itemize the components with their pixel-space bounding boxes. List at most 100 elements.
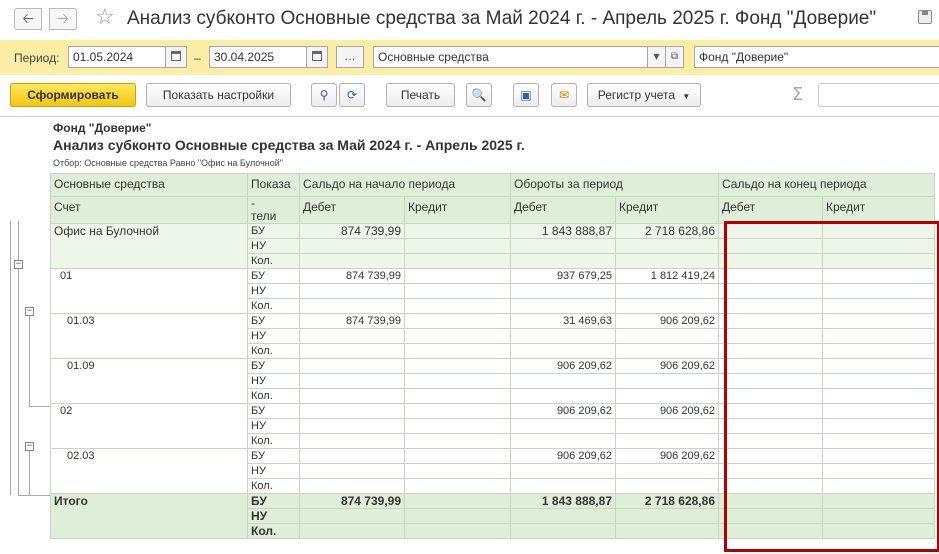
preview-button[interactable]: 🔍 bbox=[466, 83, 492, 107]
header-indicator: Показа bbox=[247, 173, 300, 197]
closing-credit-cell bbox=[822, 478, 935, 494]
search-button[interactable]: ⚲ bbox=[311, 83, 337, 107]
row-indicator: БУ bbox=[247, 268, 300, 284]
period-from-calendar-button[interactable] bbox=[165, 46, 187, 68]
turnover-debit-cell bbox=[510, 253, 616, 269]
subconto-open-button[interactable]: ⧉ bbox=[665, 46, 684, 68]
report-area[interactable]: − − − Фонд "Доверие" Анализ субконто Осн… bbox=[0, 116, 939, 554]
collapse-icon[interactable]: − bbox=[25, 442, 34, 451]
table-row: Офис на Булочной БУ 874 739,99 1 843 888,87… bbox=[50, 223, 935, 269]
generate-button[interactable]: Сформировать bbox=[10, 83, 136, 107]
table-row: 01 БУ 874 739,99 937 679,25 1 812 419,24 bbox=[50, 268, 935, 314]
turnover-credit-cell bbox=[615, 388, 719, 404]
subconto-select[interactable]: Основные средства bbox=[373, 46, 648, 68]
header-indicator-dash: - bbox=[251, 196, 255, 210]
turnover-debit-cell: 906 209,62 bbox=[510, 403, 616, 419]
table-row: 01.09 БУ 906 209,62 906 209,62 bbox=[50, 358, 935, 404]
row-indicator: Кол. bbox=[247, 478, 300, 494]
closing-debit-cell bbox=[718, 433, 823, 449]
save-icon[interactable] bbox=[918, 10, 932, 24]
turnover-credit-cell bbox=[615, 478, 719, 494]
turnover-debit-cell: 31 469,63 bbox=[510, 313, 616, 329]
period-to-input[interactable]: 30.04.2025 bbox=[209, 46, 307, 68]
closing-credit-cell bbox=[822, 373, 935, 389]
closing-credit-cell bbox=[822, 418, 935, 434]
print-preview-icon: 🔍 bbox=[471, 88, 487, 102]
closing-debit-cell bbox=[718, 418, 823, 434]
opening-credit-cell bbox=[404, 223, 511, 239]
triangle-down-icon: ▼ bbox=[682, 92, 691, 101]
closing-credit-cell bbox=[822, 283, 935, 299]
closing-credit-cell bbox=[822, 388, 935, 404]
opening-debit-cell bbox=[299, 388, 405, 404]
show-settings-button[interactable]: Показать настройки bbox=[146, 83, 291, 107]
report-organization: Фонд "Доверие" bbox=[53, 121, 152, 135]
opening-debit-cell bbox=[299, 373, 405, 389]
turnover-debit-cell bbox=[510, 463, 616, 479]
opening-credit-cell bbox=[404, 298, 511, 314]
turnover-credit-cell bbox=[615, 328, 719, 344]
save-button[interactable]: ▣ bbox=[513, 83, 539, 107]
closing-debit-cell bbox=[718, 313, 823, 329]
turnover-credit-cell: 2 718 628,86 bbox=[615, 493, 719, 509]
opening-debit-cell bbox=[299, 283, 405, 299]
closing-debit-cell bbox=[718, 388, 823, 404]
row-name: 01.03 bbox=[50, 313, 248, 359]
turnover-credit-cell bbox=[615, 523, 719, 539]
turnover-credit-cell bbox=[615, 433, 719, 449]
turnover-credit-cell bbox=[615, 418, 719, 434]
forward-button[interactable]: 🡢 bbox=[49, 8, 77, 30]
closing-credit-cell bbox=[822, 493, 935, 509]
email-button[interactable]: ✉ bbox=[551, 83, 577, 107]
turnover-credit-cell bbox=[615, 238, 719, 254]
header-opening-balance: Сальдо на начало периода bbox=[299, 173, 511, 197]
turnover-debit-cell: 1 843 888,87 bbox=[510, 223, 616, 239]
turnover-debit-cell: 1 843 888,87 bbox=[510, 493, 616, 509]
turnover-credit-cell bbox=[615, 343, 719, 359]
closing-debit-cell bbox=[718, 223, 823, 239]
closing-credit-cell bbox=[822, 343, 935, 359]
opening-debit-cell: 874 739,99 bbox=[299, 493, 405, 509]
opening-credit-cell bbox=[404, 238, 511, 254]
period-choose-button[interactable]: ... bbox=[336, 46, 364, 68]
print-button[interactable]: Печать bbox=[386, 83, 455, 107]
period-to-calendar-button[interactable] bbox=[306, 46, 328, 68]
row-indicator: НУ bbox=[247, 508, 300, 524]
closing-credit-cell bbox=[822, 403, 935, 419]
collapse-icon[interactable]: − bbox=[25, 307, 34, 316]
turnover-credit-cell bbox=[615, 463, 719, 479]
search-icon: ⚲ bbox=[319, 88, 329, 102]
header-indicator-tail: тели bbox=[251, 209, 277, 223]
turnover-debit-cell bbox=[510, 298, 616, 314]
closing-debit-cell bbox=[718, 253, 823, 269]
calendar-icon bbox=[312, 51, 322, 61]
star-icon[interactable]: ☆ bbox=[95, 5, 115, 30]
collapse-icon[interactable]: − bbox=[14, 260, 23, 269]
turnover-debit-cell bbox=[510, 388, 616, 404]
organization-input[interactable]: Фонд "Доверие" bbox=[694, 46, 939, 68]
table-row: 01.03 БУ 874 739,99 31 469,63 906 209,62 bbox=[50, 313, 935, 359]
turnover-credit-cell: 906 209,62 bbox=[615, 313, 719, 329]
closing-credit-cell bbox=[822, 268, 935, 284]
turnover-debit-cell bbox=[510, 508, 616, 524]
closing-debit-cell bbox=[718, 328, 823, 344]
row-indicator: Кол. bbox=[247, 298, 300, 314]
row-indicator: НУ bbox=[247, 418, 300, 434]
opening-credit-cell bbox=[404, 508, 511, 524]
turnover-debit-cell bbox=[510, 478, 616, 494]
sum-field bbox=[818, 83, 939, 107]
period-dash: – bbox=[194, 51, 201, 65]
register-dropdown-button[interactable]: Регистр учета ▼ bbox=[587, 83, 701, 107]
row-indicator: Кол. bbox=[247, 388, 300, 404]
row-indicator: Кол. bbox=[247, 433, 300, 449]
header-closing-debit: Дебет bbox=[718, 196, 823, 224]
turnover-debit-cell: 906 209,62 bbox=[510, 448, 616, 464]
closing-debit-cell bbox=[718, 523, 823, 539]
back-button[interactable]: 🡠 bbox=[14, 8, 42, 30]
subconto-dropdown-button[interactable]: ▼ bbox=[647, 46, 666, 68]
search-clear-button[interactable]: ⟳ bbox=[339, 83, 365, 107]
row-indicator: БУ bbox=[247, 493, 300, 509]
turnover-debit-cell bbox=[510, 373, 616, 389]
closing-debit-cell bbox=[718, 463, 823, 479]
period-from-input[interactable]: 01.05.2024 bbox=[68, 46, 166, 68]
